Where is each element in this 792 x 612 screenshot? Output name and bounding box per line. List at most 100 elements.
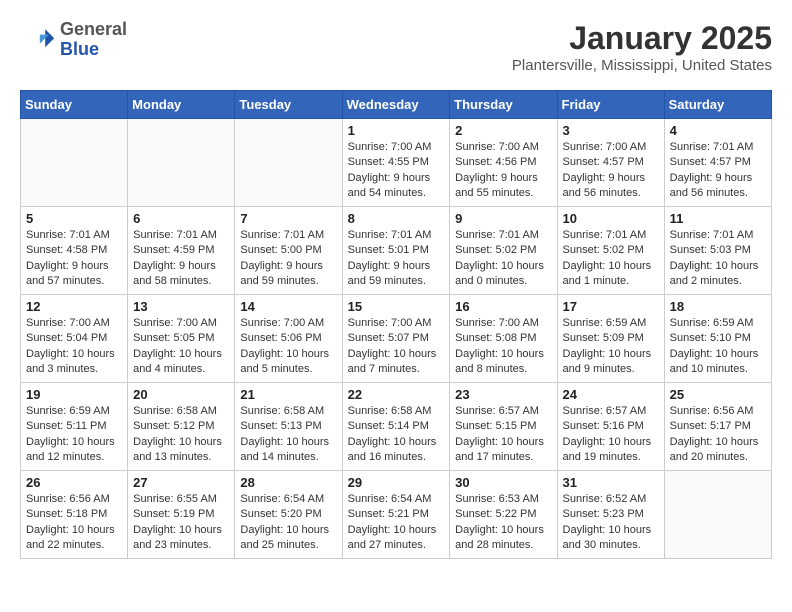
calendar-cell-week2-day5: 17Sunrise: 6:59 AMSunset: 5:09 PMDayligh… [557,295,664,383]
day-number: 31 [563,475,659,490]
week-row-1: 5 Sunrise: 7:01 AMSunset: 4:58 PMDaylight… [21,207,772,295]
day-detail: Sunrise: 6:58 AMSunset: 5:12 PMDaylight:… [133,404,229,466]
week-row-0: 1 Sunrise: 7:00 AMSunset: 4:55 PMDaylight… [21,119,772,207]
calendar-header-sunday: Sunday [21,91,128,119]
logo: General Blue [20,20,127,60]
calendar-cell-week4-day4: 30 Sunrise: 6:53 AMSunset: 5:22 PMDayligh… [450,471,557,559]
day-detail: Sunrise: 6:52 AMSunset: 5:23 PMDaylight:… [563,492,659,554]
calendar-cell-week4-day1: 27 Sunrise: 6:55 AMSunset: 5:19 PMDayligh… [128,471,235,559]
day-number: 20 [133,387,229,402]
day-number: 12 [26,299,122,314]
day-detail: Sunrise: 6:56 AMSunset: 5:18 PMDaylight:… [26,492,122,554]
day-detail: Sunrise: 7:00 AMSunset: 4:57 PMDaylight:… [563,140,659,202]
day-detail: Sunrise: 6:59 AMSunset: 5:11 PMDaylight:… [26,404,122,466]
calendar-cell-week1-day2: 7 Sunrise: 7:01 AMSunset: 5:00 PMDaylight… [235,207,342,295]
day-detail: Sunrise: 7:00 AMSunset: 4:55 PMDaylight:… [348,140,445,202]
calendar-cell-week3-day2: 21Sunrise: 6:58 AMSunset: 5:13 PMDayligh… [235,383,342,471]
day-detail: Sunrise: 7:00 AMSunset: 5:04 PMDaylight:… [26,316,122,378]
day-detail: Sunrise: 6:55 AMSunset: 5:19 PMDaylight:… [133,492,229,554]
day-number: 29 [348,475,445,490]
day-detail: Sunrise: 6:53 AMSunset: 5:22 PMDaylight:… [455,492,551,554]
day-number: 30 [455,475,551,490]
calendar-cell-week4-day5: 31 Sunrise: 6:52 AMSunset: 5:23 PMDayligh… [557,471,664,559]
day-number: 28 [240,475,336,490]
calendar-cell-week3-day4: 23 Sunrise: 6:57 AMSunset: 5:15 PMDayligh… [450,383,557,471]
month-title: January 2025 [512,20,772,57]
day-detail: Sunrise: 7:01 AMSunset: 4:57 PMDaylight:… [670,140,766,202]
location-title: Plantersville, Mississippi, United State… [512,57,772,74]
day-detail: Sunrise: 7:01 AMSunset: 4:58 PMDaylight:… [26,228,122,290]
week-row-2: 12 Sunrise: 7:00 AMSunset: 5:04 PMDayligh… [21,295,772,383]
calendar-header-saturday: Saturday [664,91,771,119]
day-detail: Sunrise: 6:59 AMSunset: 5:10 PMDaylight:… [670,316,766,378]
title-block: January 2025 Plantersville, Mississippi,… [512,20,772,74]
logo-text: General Blue [60,20,127,60]
day-number: 9 [455,211,551,226]
calendar-cell-week4-day2: 28Sunrise: 6:54 AMSunset: 5:20 PMDayligh… [235,471,342,559]
calendar-cell-week0-day3: 1 Sunrise: 7:00 AMSunset: 4:55 PMDaylight… [342,119,450,207]
calendar-header-monday: Monday [128,91,235,119]
day-detail: Sunrise: 6:58 AMSunset: 5:14 PMDaylight:… [348,404,445,466]
calendar-header-row: SundayMondayTuesdayWednesdayThursdayFrid… [21,91,772,119]
calendar-cell-week4-day0: 26 Sunrise: 6:56 AMSunset: 5:18 PMDayligh… [21,471,128,559]
calendar-header-friday: Friday [557,91,664,119]
day-detail: Sunrise: 7:01 AMSunset: 5:03 PMDaylight:… [670,228,766,290]
day-number: 18 [670,299,766,314]
calendar-cell-week4-day3: 29 Sunrise: 6:54 AMSunset: 5:21 PMDayligh… [342,471,450,559]
calendar-cell-week3-day0: 19 Sunrise: 6:59 AMSunset: 5:11 PMDayligh… [21,383,128,471]
day-detail: Sunrise: 6:56 AMSunset: 5:17 PMDaylight:… [670,404,766,466]
calendar-cell-week4-day6 [664,471,771,559]
day-number: 2 [455,123,551,138]
day-detail: Sunrise: 7:01 AMSunset: 5:01 PMDaylight:… [348,228,445,290]
calendar-cell-week0-day2 [235,119,342,207]
day-detail: Sunrise: 7:00 AMSunset: 5:08 PMDaylight:… [455,316,551,378]
calendar-cell-week2-day0: 12 Sunrise: 7:00 AMSunset: 5:04 PMDayligh… [21,295,128,383]
day-number: 3 [563,123,659,138]
day-number: 1 [348,123,445,138]
day-number: 26 [26,475,122,490]
day-number: 4 [670,123,766,138]
calendar-cell-week1-day3: 8 Sunrise: 7:01 AMSunset: 5:01 PMDaylight… [342,207,450,295]
calendar-cell-week1-day1: 6 Sunrise: 7:01 AMSunset: 4:59 PMDaylight… [128,207,235,295]
calendar-cell-week3-day3: 22 Sunrise: 6:58 AMSunset: 5:14 PMDayligh… [342,383,450,471]
calendar-cell-week0-day6: 4 Sunrise: 7:01 AMSunset: 4:57 PMDaylight… [664,119,771,207]
logo-blue-text: Blue [60,40,127,60]
day-detail: Sunrise: 7:01 AMSunset: 5:00 PMDaylight:… [240,228,336,290]
day-number: 22 [348,387,445,402]
day-detail: Sunrise: 6:58 AMSunset: 5:13 PMDaylight:… [240,404,336,466]
calendar-header-tuesday: Tuesday [235,91,342,119]
day-number: 15 [348,299,445,314]
day-number: 16 [455,299,551,314]
day-number: 7 [240,211,336,226]
day-detail: Sunrise: 7:00 AMSunset: 5:06 PMDaylight:… [240,316,336,378]
day-number: 10 [563,211,659,226]
day-detail: Sunrise: 6:59 AMSunset: 5:09 PMDaylight:… [563,316,659,378]
calendar-header-thursday: Thursday [450,91,557,119]
week-row-4: 26 Sunrise: 6:56 AMSunset: 5:18 PMDayligh… [21,471,772,559]
day-number: 23 [455,387,551,402]
day-number: 19 [26,387,122,402]
calendar-cell-week2-day3: 15Sunrise: 7:00 AMSunset: 5:07 PMDayligh… [342,295,450,383]
day-number: 8 [348,211,445,226]
page-header: General Blue January 2025 Plantersville,… [20,20,772,74]
day-detail: Sunrise: 7:01 AMSunset: 4:59 PMDaylight:… [133,228,229,290]
calendar-cell-week2-day1: 13Sunrise: 7:00 AMSunset: 5:05 PMDayligh… [128,295,235,383]
day-detail: Sunrise: 7:01 AMSunset: 5:02 PMDaylight:… [455,228,551,290]
calendar-cell-week3-day1: 20 Sunrise: 6:58 AMSunset: 5:12 PMDayligh… [128,383,235,471]
logo-icon [20,22,56,58]
calendar-cell-week2-day4: 16 Sunrise: 7:00 AMSunset: 5:08 PMDayligh… [450,295,557,383]
day-number: 14 [240,299,336,314]
calendar-cell-week0-day1 [128,119,235,207]
day-detail: Sunrise: 6:57 AMSunset: 5:15 PMDaylight:… [455,404,551,466]
calendar-cell-week0-day4: 2Sunrise: 7:00 AMSunset: 4:56 PMDaylight… [450,119,557,207]
day-number: 11 [670,211,766,226]
day-number: 27 [133,475,229,490]
calendar-cell-week2-day6: 18 Sunrise: 6:59 AMSunset: 5:10 PMDayligh… [664,295,771,383]
day-detail: Sunrise: 6:54 AMSunset: 5:21 PMDaylight:… [348,492,445,554]
calendar-cell-week1-day0: 5 Sunrise: 7:01 AMSunset: 4:58 PMDaylight… [21,207,128,295]
calendar-table: SundayMondayTuesdayWednesdayThursdayFrid… [20,90,772,559]
calendar-cell-week1-day5: 10Sunrise: 7:01 AMSunset: 5:02 PMDayligh… [557,207,664,295]
day-number: 5 [26,211,122,226]
week-row-3: 19 Sunrise: 6:59 AMSunset: 5:11 PMDayligh… [21,383,772,471]
day-number: 6 [133,211,229,226]
